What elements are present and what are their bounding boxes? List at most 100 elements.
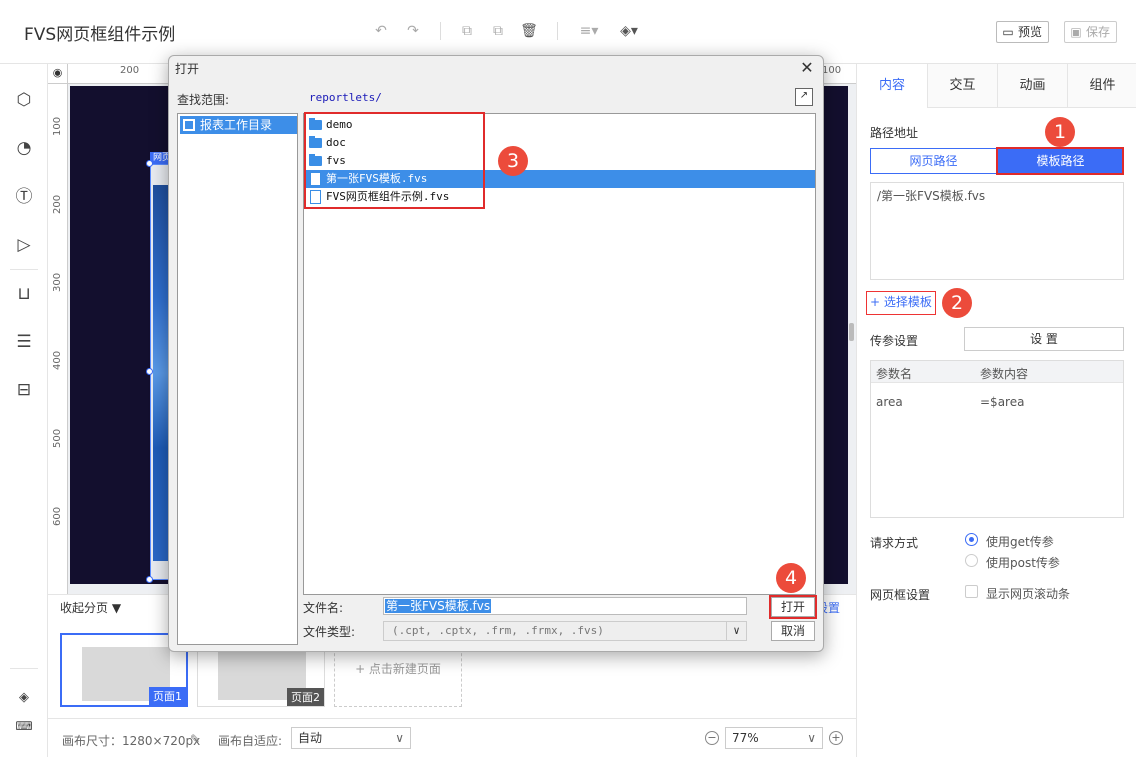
dialog-title: 打开 [175,62,200,76]
param-settings-button[interactable]: 设 置 [964,327,1124,351]
open-button[interactable]: 打开 [771,597,815,617]
radio-post-label[interactable]: 使用post传参 [986,554,1060,571]
table-cell[interactable]: =$area [980,395,1024,409]
folder-icon [183,119,195,131]
canvas-size-label: 画布尺寸：1280×720px [62,734,201,748]
tab-component[interactable]: 组件 [1067,64,1136,108]
look-in-label: 查找范围: [177,93,230,107]
ruler-label: 600 [52,506,63,526]
table-cell[interactable]: area [876,395,903,409]
ruler-label: 400 [52,350,63,370]
resize-handle[interactable] [146,576,153,583]
request-method-label: 请求方式 [870,536,919,550]
frame-settings-label: 网页框设置 [870,588,931,602]
filename-label: 文件名: [303,601,344,615]
chevron-down-icon: ∨ [807,731,816,745]
edit-icon[interactable]: ✎ [190,732,200,746]
cube-icon[interactable]: ⬡ [12,88,36,112]
archive-icon[interactable]: ⊟ [12,378,36,402]
save-button[interactable]: ▣ 保存 [1064,21,1118,43]
annotation-badge-1: 1 [1045,117,1075,147]
radio-get[interactable] [965,533,978,546]
toolbar-divider [557,22,558,40]
cancel-button[interactable]: 取消 [771,621,815,641]
save-icon: ▣ [1070,25,1082,39]
inbox-icon[interactable]: ⊔ [12,282,36,306]
file-name: demo [326,118,353,131]
web-path-button[interactable]: 网页路径 [870,148,997,174]
paste-icon[interactable]: ⧉ [489,22,507,40]
text-icon[interactable]: Ⓣ [12,185,36,209]
trash-icon[interactable]: 🗑 [520,22,538,40]
redo-icon[interactable]: ↷ [404,22,422,40]
path-label: 路径地址 [870,126,919,140]
tab-animation[interactable]: 动画 [997,64,1067,108]
choose-template-button[interactable]: + 选择模板 [866,291,936,315]
file-name: 第一张FVS模板.fvs [326,172,428,185]
preview-button[interactable]: ▭ 预览 [996,21,1050,43]
file-row[interactable]: FVS网页框组件示例.fvs [306,188,815,206]
preview-label: 预览 [1018,25,1043,39]
fit-label: 画布自适应: [218,734,283,748]
zoom-in-icon[interactable]: + [829,731,843,745]
file-icon [310,190,321,204]
filetype-select[interactable]: (.cpt, .cptx, .frm, .frmx, .fvs) ∨ [383,621,747,641]
layers-icon[interactable]: ◈ [12,686,36,710]
table-icon[interactable]: ☰ [12,330,36,354]
template-path-button[interactable]: 模板路径 [997,148,1124,174]
undo-icon[interactable]: ↶ [372,22,390,40]
file-row[interactable]: fvs [306,152,815,170]
copy-icon[interactable]: ⧉ [458,22,476,40]
tab-interaction[interactable]: 交互 [927,64,997,108]
ruler-label: 300 [52,272,63,292]
file-row[interactable]: 第一张FVS模板.fvs [306,170,815,188]
param-table: 参数名 参数内容 area =$area [870,360,1124,518]
filename-input[interactable]: 第一张FVS模板.fvs [383,597,747,615]
collapse-pages-toggle[interactable]: 收起分页 ▼ [60,599,121,616]
folder-icon [309,118,322,130]
chart-pie-icon[interactable]: ◔ [12,136,36,160]
tree-item-report-dir[interactable]: 报表工作目录 [180,116,297,134]
ruler-label: 200 [120,65,140,76]
file-row[interactable]: doc [306,134,815,152]
look-in-path: reportlets/ [309,91,382,104]
radio-get-label[interactable]: 使用get传参 [986,533,1054,550]
param-settings-label: 传参设置 [870,334,919,348]
show-scrollbar-checkbox[interactable] [965,585,978,598]
new-folder-icon[interactable]: ↗ [795,88,813,106]
align-icon[interactable]: ≡▾ [576,22,602,40]
tab-content[interactable]: 内容 [857,64,927,108]
zoom-value: 77% [732,731,759,745]
keyboard-icon[interactable]: ⌨ [12,714,36,738]
resize-handle[interactable] [146,368,153,375]
folder-icon [309,154,322,166]
panel-splitter[interactable] [849,323,854,341]
path-textarea[interactable]: /第一张FVS模板.fvs [870,182,1124,280]
monitor-icon: ▭ [1002,25,1014,39]
fit-select[interactable]: 自动 ∨ [291,727,411,749]
ruler-label: 100 [52,116,63,136]
zoom-out-icon[interactable]: − [705,731,719,745]
file-list: demo doc fvs 第一张FVS模板.fvs FVS网页框组件示例.fvs… [303,112,816,595]
eye-icon[interactable]: ◉ [48,64,68,84]
ruler-label: 200 [52,194,63,214]
resize-handle[interactable] [146,160,153,167]
video-icon[interactable]: ▷ [12,233,36,257]
toolbar-divider [440,22,441,40]
page-label: 页面1 [149,687,186,705]
ruler-label: 100 [822,65,842,76]
close-icon[interactable]: ✕ [799,58,815,77]
status-bar: 画布尺寸：1280×720px ✎ 画布自适应: 自动 ∨ − 77% ∨ + [48,718,856,757]
radio-post[interactable] [965,554,978,567]
chevron-down-icon: ∨ [395,731,404,745]
table-header-cell: 参数名 [876,367,913,381]
zoom-select[interactable]: 77% ∨ [725,727,823,749]
tree-item-label: 报表工作目录 [200,118,273,132]
file-name: FVS网页框组件示例.fvs [326,190,450,203]
rail-divider [10,269,38,270]
file-row[interactable]: demo [306,116,815,134]
folder-icon [309,136,322,148]
directory-tree: 报表工作目录 [177,113,298,645]
show-scrollbar-label[interactable]: 显示网页滚动条 [986,585,1070,602]
layers-icon[interactable]: ◈▾ [616,22,642,40]
